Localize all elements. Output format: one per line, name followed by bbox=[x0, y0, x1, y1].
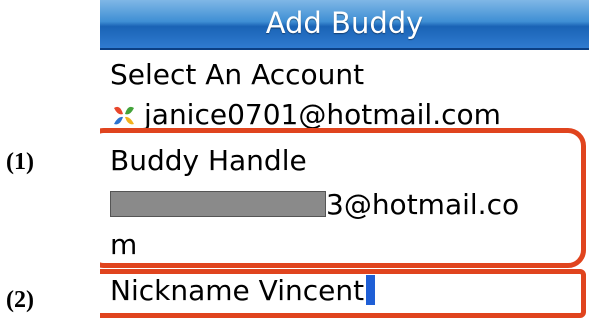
nickname-value: Vincent bbox=[258, 274, 365, 307]
title-bar: Add Buddy bbox=[100, 0, 589, 50]
buddy-handle-value-wrap: m bbox=[110, 228, 138, 261]
annotation-label-1: (1) bbox=[6, 149, 34, 175]
nickname-field[interactable]: Nickname Vincent bbox=[110, 274, 376, 308]
nickname-label: Nickname bbox=[110, 274, 250, 307]
buddy-handle-field[interactable]: 3@hotmail.co bbox=[110, 188, 519, 222]
buddy-handle-value: 3@hotmail.co bbox=[326, 188, 520, 221]
msn-butterfly-icon bbox=[110, 102, 138, 126]
annotation-label-2: (2) bbox=[6, 287, 34, 313]
screen-title: Add Buddy bbox=[265, 6, 424, 40]
buddy-handle-label: Buddy Handle bbox=[110, 144, 307, 177]
device-screen: Add Buddy Select An Account janice0701@h… bbox=[100, 0, 589, 318]
select-account-label: Select An Account bbox=[110, 58, 365, 91]
redaction-bar bbox=[110, 191, 326, 217]
account-value: janice0701@hotmail.com bbox=[144, 98, 501, 131]
account-selector[interactable]: janice0701@hotmail.com bbox=[110, 98, 501, 132]
text-cursor bbox=[366, 275, 376, 305]
